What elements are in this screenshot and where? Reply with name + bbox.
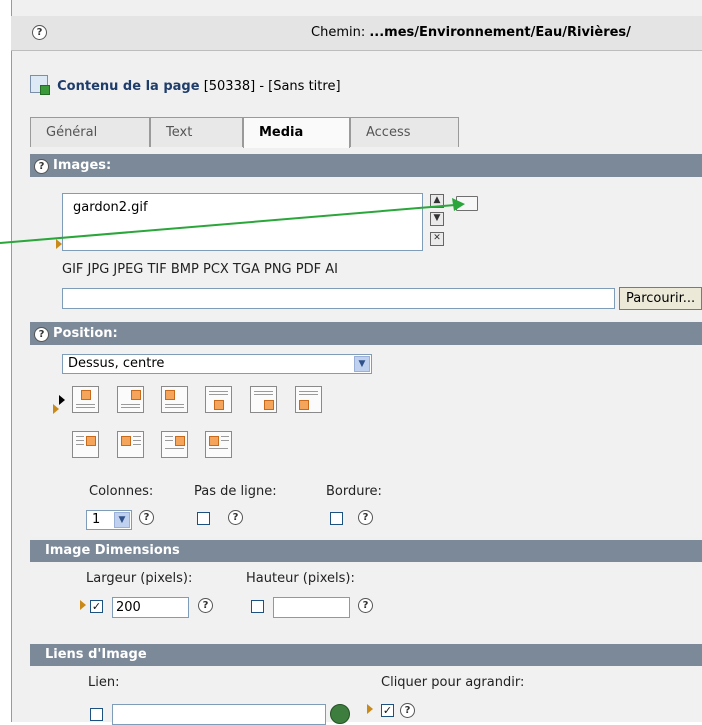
annotation-arrow — [0, 198, 465, 244]
